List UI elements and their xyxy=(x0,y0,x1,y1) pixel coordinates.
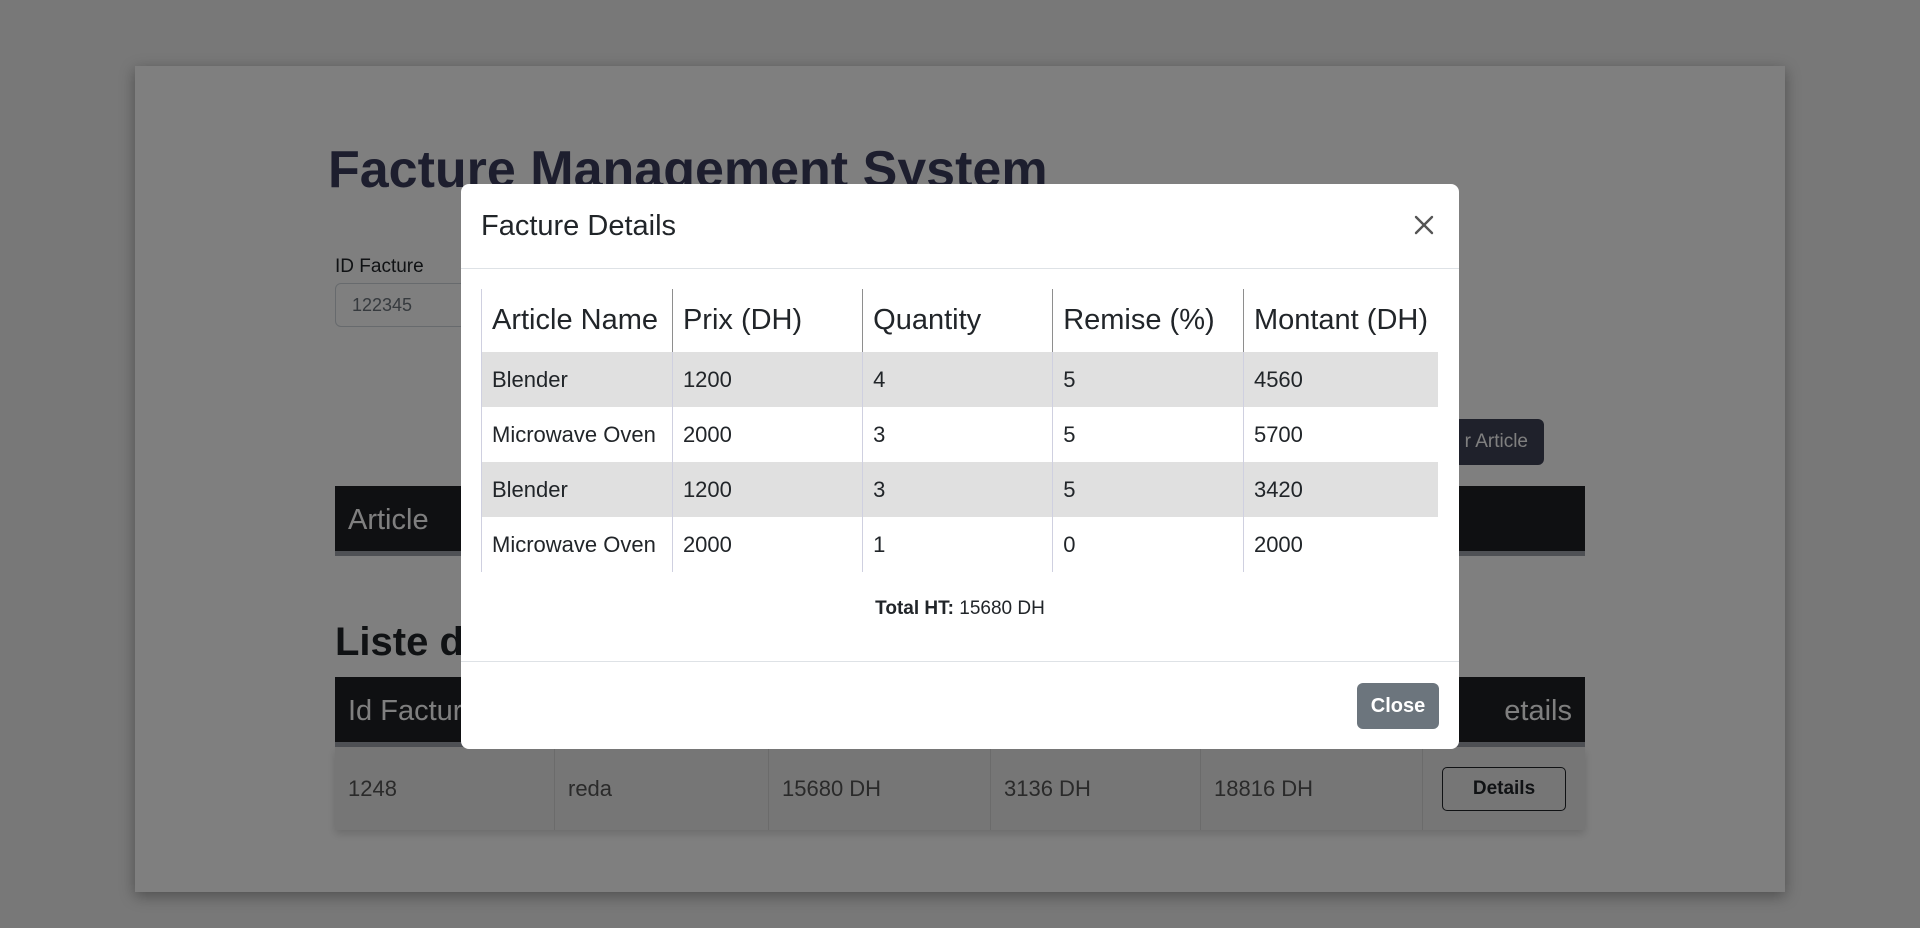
article-prix: 2000 xyxy=(671,517,863,572)
article-remise: 5 xyxy=(1052,407,1244,462)
total-ht: Total HT: 15680 DH xyxy=(481,598,1439,620)
article-montant: 4560 xyxy=(1242,352,1438,407)
article-name: Blender xyxy=(481,352,673,407)
col-article-name: Article Name xyxy=(481,289,673,352)
facture-details-table: Article Name Prix (DH) Quantity Remise (… xyxy=(481,289,1438,572)
modal-footer: Close xyxy=(461,661,1459,749)
table-row: Blender 1200 4 5 4560 xyxy=(481,352,1438,407)
table-row: Microwave Oven 2000 3 5 5700 xyxy=(481,407,1438,462)
modal-header: Facture Details xyxy=(461,184,1459,269)
article-montant: 3420 xyxy=(1242,462,1438,517)
table-row: Microwave Oven 2000 1 0 2000 xyxy=(481,517,1438,572)
article-quantity: 3 xyxy=(862,462,1053,517)
col-montant: Montant (DH) xyxy=(1242,289,1438,352)
article-remise: 5 xyxy=(1052,352,1244,407)
article-montant: 2000 xyxy=(1242,517,1438,572)
col-prix: Prix (DH) xyxy=(671,289,863,352)
close-icon[interactable] xyxy=(1407,208,1441,242)
table-row: Blender 1200 3 5 3420 xyxy=(481,462,1438,517)
article-quantity: 4 xyxy=(862,352,1053,407)
article-remise: 5 xyxy=(1052,462,1244,517)
article-prix: 1200 xyxy=(671,462,863,517)
article-remise: 0 xyxy=(1052,517,1244,572)
article-quantity: 3 xyxy=(862,407,1053,462)
facture-details-modal: Facture Details Article Name Prix (DH) Q… xyxy=(461,184,1459,749)
article-name: Microwave Oven xyxy=(481,517,673,572)
modal-title: Facture Details xyxy=(481,210,677,242)
details-header-row: Article Name Prix (DH) Quantity Remise (… xyxy=(481,289,1438,352)
article-montant: 5700 xyxy=(1242,407,1438,462)
close-button[interactable]: Close xyxy=(1357,683,1439,729)
total-ht-label: Total HT: xyxy=(875,598,954,619)
article-quantity: 1 xyxy=(862,517,1053,572)
article-prix: 1200 xyxy=(671,352,863,407)
article-name: Blender xyxy=(481,462,673,517)
total-ht-value: 15680 DH xyxy=(959,598,1045,619)
col-quantity: Quantity xyxy=(862,289,1053,352)
article-prix: 2000 xyxy=(671,407,863,462)
modal-body: Article Name Prix (DH) Quantity Remise (… xyxy=(461,269,1459,620)
article-name: Microwave Oven xyxy=(481,407,673,462)
col-remise: Remise (%) xyxy=(1052,289,1244,352)
